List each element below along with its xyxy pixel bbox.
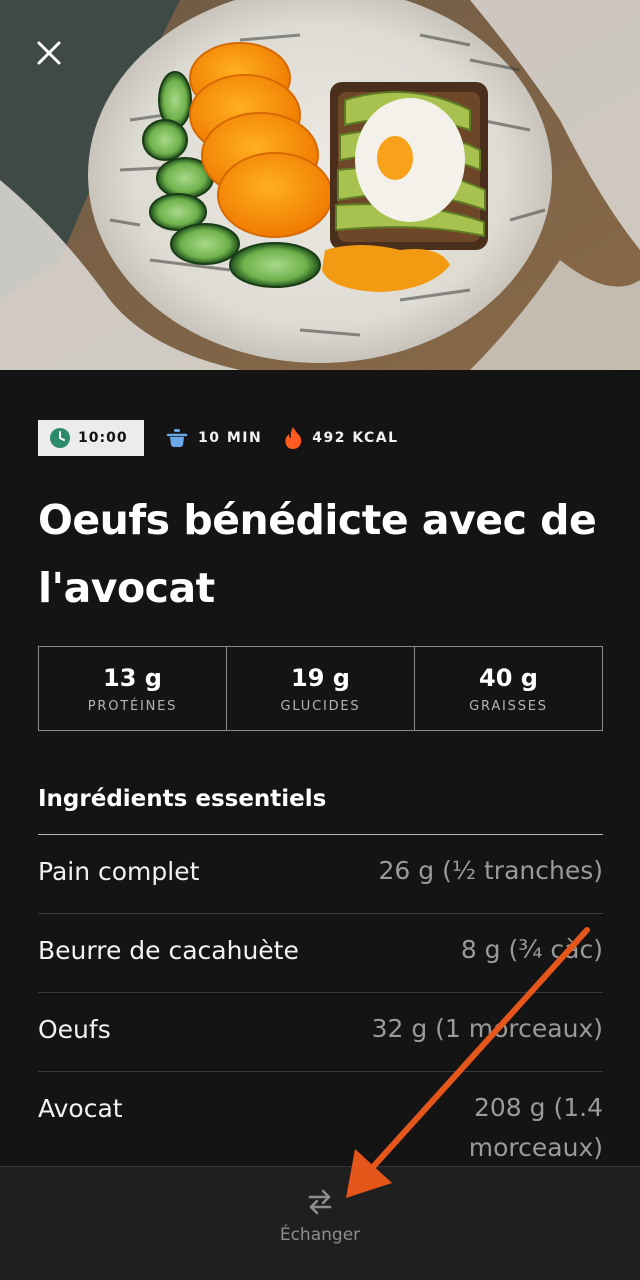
ingredient-name: Oeufs bbox=[38, 1015, 111, 1044]
duration: 10 MIN bbox=[166, 428, 262, 448]
close-icon bbox=[37, 41, 61, 65]
ingredient-row[interactable]: Avocat 208 g (1.4 morceaux) bbox=[38, 1072, 603, 1166]
ingredient-row[interactable]: Pain complet 26 g (½ tranches) bbox=[38, 835, 603, 914]
macro-carbs: 19 g GLUCIDES bbox=[227, 647, 415, 730]
swap-button[interactable]: Échanger bbox=[250, 1187, 390, 1257]
macro-fats: 40 g GRAISSES bbox=[415, 647, 602, 730]
time-chip: 10:00 bbox=[38, 420, 144, 456]
ingredient-name: Pain complet bbox=[38, 857, 200, 886]
recipe-title: Oeufs bénédicte avec de l'avocat bbox=[38, 496, 597, 612]
pot-icon bbox=[166, 428, 188, 448]
macro-value: 13 g bbox=[103, 664, 162, 692]
macros-table: 13 g PROTÉINES 19 g GLUCIDES 40 g GRAISS… bbox=[38, 646, 603, 731]
swap-arrows-icon bbox=[308, 1189, 332, 1215]
ingredient-amount: 8 g (¾ càc) bbox=[460, 935, 603, 964]
macro-value: 40 g bbox=[479, 664, 538, 692]
macro-label: GRAISSES bbox=[469, 699, 548, 714]
time-label: 10:00 bbox=[78, 430, 128, 446]
calories: 492 KCAL bbox=[284, 426, 398, 450]
calories-label: 492 KCAL bbox=[312, 430, 399, 446]
ingredient-row[interactable]: Oeufs 32 g (1 morceaux) bbox=[38, 993, 603, 1072]
recipe-content: 10:00 10 MIN 492 KCAL Oeufs bénédicte av… bbox=[0, 370, 640, 1166]
ingredient-amount: 208 g (1.4 morceaux) bbox=[468, 1093, 603, 1162]
clock-icon bbox=[50, 428, 70, 448]
macro-value: 19 g bbox=[291, 664, 350, 692]
ingredients-list: Pain complet 26 g (½ tranches) Beurre de… bbox=[38, 835, 603, 1166]
ingredient-amount: 32 g (1 morceaux) bbox=[371, 1014, 603, 1043]
ingredients-heading: Ingrédients essentiels bbox=[38, 786, 327, 812]
macro-label: PROTÉINES bbox=[87, 699, 178, 714]
swap-label: Échanger bbox=[279, 1225, 361, 1245]
ingredient-amount: 26 g (½ tranches) bbox=[378, 856, 604, 885]
duration-label: 10 MIN bbox=[198, 430, 263, 446]
ingredient-row[interactable]: Beurre de cacahuète 8 g (¾ càc) bbox=[38, 914, 603, 993]
macro-proteins: 13 g PROTÉINES bbox=[39, 647, 227, 730]
close-button[interactable] bbox=[26, 30, 72, 76]
recipe-meta: 10:00 10 MIN 492 KCAL bbox=[38, 420, 399, 456]
flame-icon bbox=[284, 426, 302, 450]
ingredient-name: Beurre de cacahuète bbox=[38, 936, 299, 965]
food-photo bbox=[0, 0, 640, 370]
recipe-photo bbox=[0, 0, 640, 370]
macro-label: GLUCIDES bbox=[280, 699, 361, 714]
ingredient-name: Avocat bbox=[38, 1094, 123, 1123]
bottom-bar: Échanger bbox=[0, 1166, 640, 1280]
